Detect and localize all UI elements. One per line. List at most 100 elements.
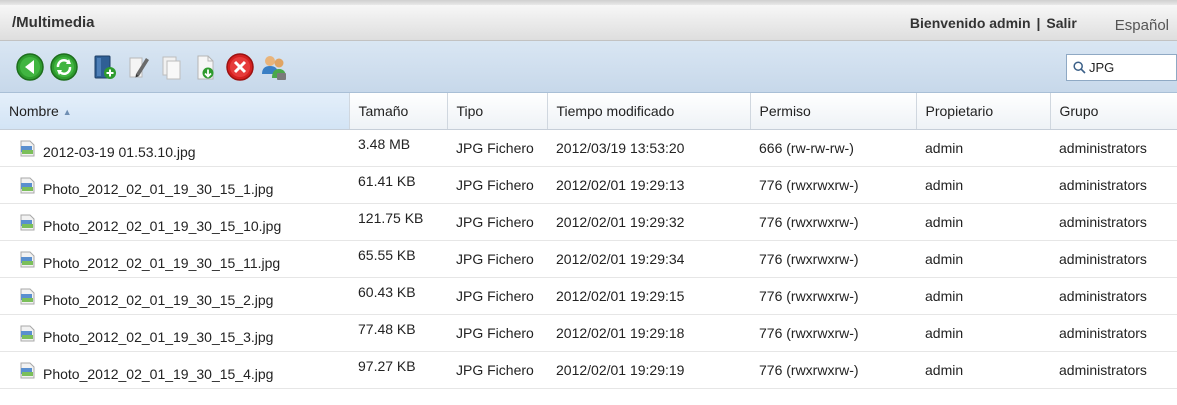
column-label: Tipo <box>456 103 484 119</box>
file-permission: 666 (rw-rw-rw-) <box>750 129 916 167</box>
file-name-cell: Photo_2012_02_01_19_30_15_11.jpg <box>0 240 349 278</box>
column-header-propietario[interactable]: Propietario <box>916 93 1051 130</box>
file-type: JPG Fichero <box>447 129 547 167</box>
search-box[interactable] <box>1066 54 1177 81</box>
table-row[interactable]: Photo_2012_02_01_19_30_15_11.jpg 65.55 K… <box>0 236 1177 278</box>
file-type: JPG Fichero <box>447 351 547 389</box>
file-type: JPG Fichero <box>447 240 547 278</box>
file-owner: admin <box>916 240 1050 278</box>
file-group: administrators <box>1050 240 1177 278</box>
column-label: Permiso <box>759 103 811 119</box>
table-row[interactable]: Photo_2012_02_01_19_30_15_4.jpg 97.27 KB… <box>0 347 1177 389</box>
column-header-tamano[interactable]: Tamaño <box>349 93 448 130</box>
column-label: Nombre <box>9 103 59 119</box>
file-size: 97.27 KB <box>349 347 447 385</box>
permissions-users-icon <box>262 55 286 80</box>
table-row[interactable]: Photo_2012_02_01_19_30_15_3.jpg 77.48 KB… <box>0 310 1177 352</box>
file-modified: 2012/02/01 19:29:13 <box>547 166 750 204</box>
title-bar: /Multimedia Bienvenido admin | Salir Españ… <box>0 5 1177 41</box>
file-name: Photo_2012_02_01_19_30_15_2.jpg <box>43 291 274 308</box>
column-header-nombre[interactable]: Nombre ▲ <box>0 93 350 130</box>
file-name: Photo_2012_02_01_19_30_15_1.jpg <box>43 180 274 197</box>
delete-button[interactable] <box>223 50 257 84</box>
file-size: 60.43 KB <box>349 273 447 311</box>
toolbar <box>0 41 1177 93</box>
column-header-grupo[interactable]: Grupo <box>1050 93 1177 130</box>
file-modified: 2012/02/01 19:29:19 <box>547 351 750 389</box>
file-name-cell: Photo_2012_02_01_19_30_15_10.jpg <box>0 203 349 241</box>
file-owner: admin <box>916 129 1050 167</box>
current-path: /Multimedia <box>12 14 95 31</box>
jpg-file-icon <box>20 140 35 156</box>
file-type: JPG Fichero <box>447 277 547 315</box>
file-name-cell: Photo_2012_02_01_19_30_15_2.jpg <box>0 277 349 315</box>
search-icon <box>1073 61 1086 74</box>
column-header-permiso[interactable]: Permiso <box>750 93 917 130</box>
file-type: JPG Fichero <box>447 166 547 204</box>
file-permission: 776 (rwxrwxrw-) <box>750 277 916 315</box>
column-label: Tamaño <box>358 103 409 119</box>
table-row[interactable]: Photo_2012_02_01_19_30_15_1.jpg 61.41 KB… <box>0 162 1177 204</box>
file-modified: 2012/02/01 19:29:34 <box>547 240 750 278</box>
file-permission: 776 (rwxrwxrw-) <box>750 314 916 352</box>
file-table: Nombre ▲ Tamaño Tipo Tiempo modificado Pe… <box>0 93 1177 389</box>
new-folder-button[interactable] <box>87 50 121 84</box>
welcome-text: Bienvenido admin <box>909 14 1031 31</box>
file-group: administrators <box>1050 351 1177 389</box>
file-owner: admin <box>916 314 1050 352</box>
file-size: 77.48 KB <box>349 310 447 348</box>
file-modified: 2012/03/19 13:53:20 <box>547 129 750 167</box>
file-size: 121.75 KB <box>349 199 447 237</box>
jpg-file-icon <box>20 214 35 230</box>
search-input[interactable] <box>1086 60 1169 75</box>
file-group: administrators <box>1050 277 1177 315</box>
column-label: Tiempo modificado <box>556 103 675 119</box>
file-name: 2012-03-19 01.53.10.jpg <box>43 143 196 160</box>
file-permission: 776 (rwxrwxrw-) <box>750 203 916 241</box>
rename-button[interactable] <box>121 50 155 84</box>
file-permission: 776 (rwxrwxrw-) <box>750 166 916 204</box>
file-name: Photo_2012_02_01_19_30_15_3.jpg <box>43 328 274 345</box>
refresh-icon <box>50 52 78 81</box>
file-owner: admin <box>916 351 1050 389</box>
permissions-button[interactable] <box>257 50 291 84</box>
file-owner: admin <box>916 166 1050 204</box>
header-separator: | <box>1036 14 1041 31</box>
file-name-cell: Photo_2012_02_01_19_30_15_3.jpg <box>0 314 349 352</box>
new-folder-icon <box>94 55 116 79</box>
table-row[interactable]: Photo_2012_02_01_19_30_15_10.jpg 121.75 … <box>0 199 1177 241</box>
column-label: Propietario <box>925 103 994 119</box>
copy-button[interactable] <box>155 50 189 84</box>
file-group: administrators <box>1050 203 1177 241</box>
refresh-button[interactable] <box>47 50 81 84</box>
delete-icon <box>226 52 254 81</box>
welcome-area: Bienvenido admin | Salir <box>910 15 1077 31</box>
column-header-tipo[interactable]: Tipo <box>447 93 548 130</box>
file-group: administrators <box>1050 314 1177 352</box>
back-button[interactable] <box>13 50 47 84</box>
file-name: Photo_2012_02_01_19_30_15_11.jpg <box>43 254 281 271</box>
table-row[interactable]: Photo_2012_02_01_19_30_15_2.jpg 60.43 KB… <box>0 273 1177 315</box>
jpg-file-icon <box>20 288 35 304</box>
language-selector[interactable]: Español <box>1115 17 1169 34</box>
file-modified: 2012/02/01 19:29:32 <box>547 203 750 241</box>
jpg-file-icon <box>20 362 35 378</box>
logout-link[interactable]: Salir <box>1046 15 1076 31</box>
file-name: Photo_2012_02_01_19_30_15_10.jpg <box>43 217 282 234</box>
file-name-cell: Photo_2012_02_01_19_30_15_1.jpg <box>0 166 349 204</box>
jpg-file-icon <box>20 325 35 341</box>
file-type: JPG Fichero <box>447 314 547 352</box>
copy-icon <box>162 56 181 79</box>
table-row[interactable]: 2012-03-19 01.53.10.jpg 3.48 MB JPG Fich… <box>0 125 1177 167</box>
file-group: administrators <box>1050 166 1177 204</box>
file-name-cell: 2012-03-19 01.53.10.jpg <box>0 129 349 167</box>
column-header-tiempo-modificado[interactable]: Tiempo modificado <box>547 93 751 130</box>
file-size: 65.55 KB <box>349 236 447 274</box>
table-header-row: Nombre ▲ Tamaño Tipo Tiempo modificado Pe… <box>0 93 1177 130</box>
jpg-file-icon <box>20 177 35 193</box>
file-group: administrators <box>1050 129 1177 167</box>
file-permission: 776 (rwxrwxrw-) <box>750 240 916 278</box>
upload-button[interactable] <box>189 50 223 84</box>
file-permission: 776 (rwxrwxrw-) <box>750 351 916 389</box>
file-name-cell: Photo_2012_02_01_19_30_15_4.jpg <box>0 351 349 389</box>
